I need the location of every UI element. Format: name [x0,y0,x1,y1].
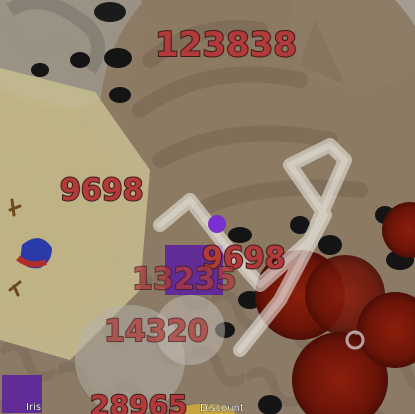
black-pellet [94,2,126,22]
score-lower: 14320 [103,314,209,349]
score-left-mid: 9698 [59,173,144,208]
player-tag-a: Iris [26,402,42,414]
game-canvas[interactable]: 123838 9698 9698 13235 14320 28965 Iris … [0,0,415,414]
score-center: 13235 [131,262,237,297]
player-tag-b: Discount [200,403,245,414]
player-dot[interactable] [208,215,226,233]
score-top: 123838 [154,25,298,65]
score-bottom: 28965 [89,389,188,414]
